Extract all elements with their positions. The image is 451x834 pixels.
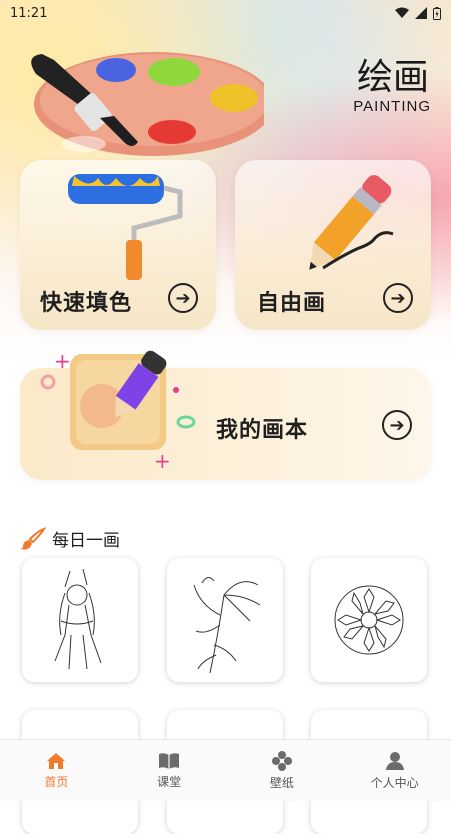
tab-home-label: 首页 [44,774,69,789]
book-icon [159,752,180,769]
dahlia-flower-sketch [334,585,404,655]
tab-profile-label: 个人中心 [370,775,419,790]
svg-text:+: + [54,349,71,373]
tab-wallpaper[interactable]: 壁纸 [226,740,339,801]
arrow-right-icon: ➔ [389,414,405,436]
my-book-arrow-button[interactable]: ➔ [382,410,412,440]
home-icon [47,752,66,769]
person-icon [385,751,404,770]
quick-fill-card[interactable]: 快速填色 ➔ [20,160,216,330]
wallpaper-icon [271,750,292,771]
daily-drawing-thumbnail[interactable] [311,558,427,682]
quick-fill-arrow-button[interactable]: ➔ [168,283,198,313]
sketchbook-icon: + + [40,349,196,473]
tab-classroom[interactable]: 课堂 [113,740,226,801]
wifi-icon [395,7,409,18]
status-icons [395,6,441,20]
status-bar: 11:21 [0,0,451,26]
palette-illustration [31,52,264,156]
pencil-icon [309,175,394,270]
paintbrush-icon [20,526,46,550]
free-draw-card[interactable]: 自由画 ➔ [235,160,431,330]
my-book-label: 我的画本 [216,418,309,443]
svg-text:+: + [154,449,171,473]
lily-flower-sketch [193,577,261,674]
page-subtitle: PAINTING [353,98,431,115]
page-title: 绘画 [356,57,429,98]
status-time: 11:21 [10,5,48,21]
arrow-right-icon: ➔ [175,287,191,309]
arrow-right-icon: ➔ [390,287,406,309]
tab-home[interactable]: 首页 [0,740,113,801]
battery-icon [433,6,441,20]
anime-girl-sketch [54,568,102,670]
free-draw-label: 自由画 [257,291,327,316]
quick-fill-label: 快速填色 [40,291,133,316]
tab-profile[interactable]: 个人中心 [338,740,451,801]
daily-section-header: 每日一画 [20,526,120,551]
bottom-tab-bar: 首页 课堂 壁纸 个人中心 [0,739,451,801]
paint-roller-icon [68,174,183,280]
daily-drawing-thumbnail[interactable] [167,558,283,682]
tab-wallpaper-label: 壁纸 [269,775,294,790]
daily-drawing-thumbnail[interactable] [22,558,138,682]
tab-classroom-label: 课堂 [157,774,182,789]
free-draw-arrow-button[interactable]: ➔ [383,283,413,313]
daily-section-title: 每日一画 [52,531,120,551]
signal-icon [415,7,427,19]
